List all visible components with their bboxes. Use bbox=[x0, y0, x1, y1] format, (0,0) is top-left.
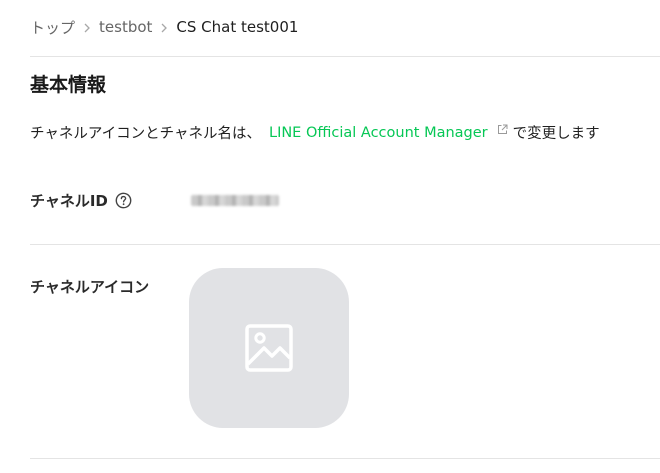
channel-id-label: チャネルID bbox=[30, 190, 132, 211]
channel-id-label-text: チャネルID bbox=[30, 192, 108, 210]
oa-manager-link[interactable]: LINE Official Account Manager bbox=[269, 125, 488, 141]
notice-prefix: チャネルアイコンとチャネル名は、 bbox=[30, 126, 261, 142]
channel-id-value-masked bbox=[191, 195, 279, 206]
image-icon bbox=[245, 324, 293, 372]
breadcrumb-item-testbot[interactable]: testbot bbox=[99, 18, 152, 36]
channel-icon-label-text: チャネルアイコン bbox=[30, 278, 150, 296]
breadcrumb: トップ testbot CS Chat test001 bbox=[30, 14, 298, 40]
channel-notice: チャネルアイコンとチャネル名は、 LINE Official Account M… bbox=[30, 122, 600, 143]
section-title: 基本情報 bbox=[30, 74, 107, 96]
external-link-icon[interactable] bbox=[497, 123, 508, 134]
channel-icon-label: チャネルアイコン bbox=[30, 276, 149, 297]
bottom-divider bbox=[30, 458, 660, 459]
row-divider bbox=[30, 244, 660, 245]
breadcrumb-item-top[interactable]: トップ bbox=[30, 17, 75, 38]
help-circle-icon[interactable] bbox=[115, 192, 132, 209]
breadcrumb-current: CS Chat test001 bbox=[176, 18, 299, 36]
channel-icon-placeholder bbox=[189, 268, 349, 428]
header-divider bbox=[30, 56, 660, 57]
notice-suffix: で変更します bbox=[512, 126, 600, 142]
chevron-right-icon bbox=[152, 18, 176, 36]
chevron-right-icon bbox=[75, 18, 99, 36]
